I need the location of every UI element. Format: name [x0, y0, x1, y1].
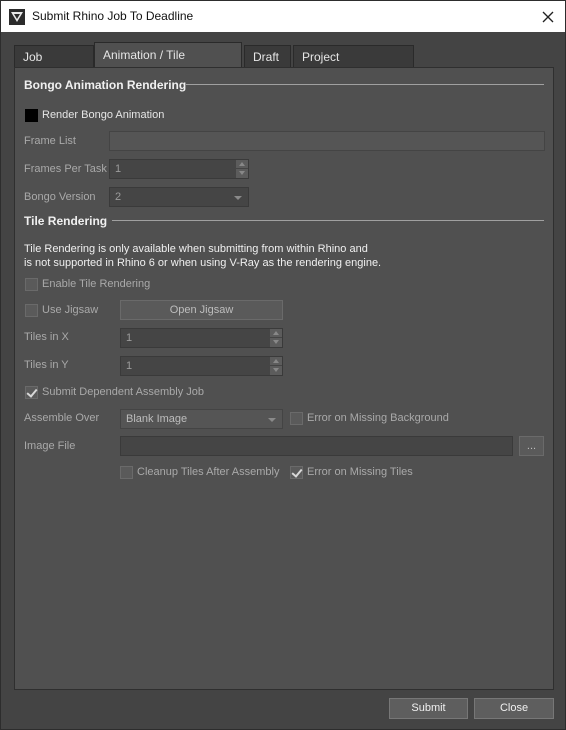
submit-assembly-label: Submit Dependent Assembly Job: [42, 386, 205, 398]
tile-info-line1: Tile Rendering is only available when su…: [24, 243, 368, 255]
tiles-y-spinbox[interactable]: 1: [120, 356, 283, 376]
submit-button[interactable]: Submit: [389, 698, 468, 719]
close-icon: [542, 11, 554, 22]
error-missing-background-label: Error on Missing Background: [307, 412, 449, 424]
deadline-app-icon: [9, 9, 25, 25]
image-file-input[interactable]: [120, 436, 513, 456]
error-missing-background-checkbox[interactable]: [290, 412, 303, 425]
render-bongo-label: Render Bongo Animation: [42, 109, 165, 121]
frame-list-label: Frame List: [24, 135, 76, 147]
window-title: Submit Rhino Job To Deadline: [32, 9, 194, 23]
tab-draft[interactable]: Draft: [244, 45, 291, 67]
chevron-down-icon: [234, 196, 242, 200]
frames-per-task-spinbox[interactable]: 1: [109, 159, 249, 179]
spinner-arrows[interactable]: [270, 357, 282, 375]
bongo-version-dropdown[interactable]: 2: [109, 187, 249, 207]
title-bar: Submit Rhino Job To Deadline: [1, 1, 565, 32]
browse-image-file-button[interactable]: ...: [519, 436, 544, 456]
open-jigsaw-button[interactable]: Open Jigsaw: [120, 300, 283, 320]
enable-tile-rendering-checkbox[interactable]: [25, 278, 38, 291]
assemble-over-dropdown[interactable]: Blank Image: [120, 409, 283, 429]
submit-assembly-checkbox[interactable]: [25, 386, 38, 399]
tab-project-management[interactable]: Project Management: [293, 45, 414, 86]
tab-content-panel: Bongo Animation Rendering Render Bongo A…: [14, 67, 554, 690]
tab-job-options[interactable]: Job Options: [14, 45, 94, 86]
cleanup-tiles-label: Cleanup Tiles After Assembly: [137, 466, 280, 478]
tab-bar: Job Options Animation / Tile Rendering D…: [14, 42, 554, 86]
bongo-section-divider: [186, 84, 544, 85]
tiles-x-label: Tiles in X: [24, 331, 69, 343]
bongo-version-label: Bongo Version: [24, 191, 96, 203]
cleanup-tiles-checkbox[interactable]: [120, 466, 133, 479]
image-file-label: Image File: [24, 440, 76, 452]
spinner-arrows[interactable]: [236, 160, 248, 178]
tab-animation-tile-rendering[interactable]: Animation / Tile Rendering: [94, 42, 242, 86]
close-window-button[interactable]: [531, 1, 565, 32]
error-missing-tiles-checkbox[interactable]: [290, 466, 303, 479]
use-jigsaw-label: Use Jigsaw: [42, 304, 99, 316]
spinner-arrows[interactable]: [270, 329, 282, 347]
render-bongo-checkbox[interactable]: [25, 109, 38, 122]
close-button[interactable]: Close: [474, 698, 554, 719]
assemble-over-label: Assemble Over: [24, 412, 100, 424]
frame-list-input[interactable]: [109, 131, 545, 151]
tile-section-divider: [112, 220, 544, 221]
tiles-y-label: Tiles in Y: [24, 359, 69, 371]
frames-per-task-label: Frames Per Task: [24, 163, 107, 175]
tile-info-line2: is not supported in Rhino 6 or when usin…: [24, 257, 382, 269]
bongo-section-title: Bongo Animation Rendering: [24, 78, 187, 92]
tile-section-title: Tile Rendering: [24, 214, 108, 228]
chevron-down-icon: [268, 418, 276, 422]
use-jigsaw-checkbox[interactable]: [25, 304, 38, 317]
tiles-x-spinbox[interactable]: 1: [120, 328, 283, 348]
error-missing-tiles-label: Error on Missing Tiles: [307, 466, 413, 478]
dialog-window: Submit Rhino Job To Deadline Job Options…: [0, 0, 566, 730]
enable-tile-rendering-label: Enable Tile Rendering: [42, 278, 151, 290]
